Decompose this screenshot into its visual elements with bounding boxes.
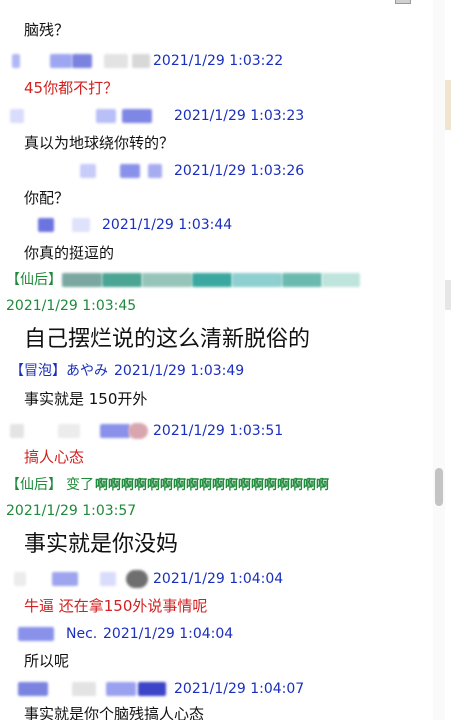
message-text: 自己摆烂说的这么清新脱俗的 <box>24 327 311 352</box>
message-sender-name: あやみ <box>66 363 108 379</box>
message-text: 真以为地球绕你转的？ <box>24 134 175 152</box>
scrollbar-thumb[interactable] <box>435 468 443 506</box>
message-timestamp: 2021/1/29 1:03:51 <box>153 423 284 439</box>
message-timestamp: 2021/1/29 1:03:45 <box>6 298 137 314</box>
message-timestamp: 2021/1/29 1:03:26 <box>174 163 305 179</box>
message-text: 所以呢 <box>24 652 70 670</box>
message-timestamp: 2021/1/29 1:04:04 <box>103 626 234 642</box>
message-sender-redacted <box>12 52 152 70</box>
message-text: 你配？ <box>24 189 70 207</box>
message-text: 脑残？ <box>24 21 70 39</box>
message-text: 事实就是你个脑残搞人心态 <box>24 705 205 720</box>
message-list: 脑残？ 2021/1/29 1:03:22 45你都不打？ 2021/1/29 … <box>0 0 430 720</box>
message-shout-text: 啊啊啊啊啊啊啊啊啊啊啊啊啊啊啊啊啊啊 <box>95 478 330 493</box>
message-sender-name: Nec. <box>66 626 98 642</box>
message-sender-redacted <box>62 271 362 289</box>
scrollbar-track[interactable] <box>433 0 445 720</box>
message-tag: 【冒泡】 <box>10 363 66 379</box>
message-text: 45你都不打？ <box>24 79 119 97</box>
message-timestamp: 2021/1/29 1:03:22 <box>153 53 284 69</box>
message-sender-redacted <box>10 162 170 180</box>
message-text: 事实就是你没妈 <box>24 532 179 557</box>
message-text: 搞人心态 <box>24 448 85 466</box>
edge-decoration <box>445 280 451 310</box>
message-timestamp: 2021/1/29 1:03:44 <box>102 217 233 233</box>
message-text: 事实就是 150开外 <box>24 390 148 408</box>
message-timestamp: 2021/1/29 1:03:57 <box>6 503 137 519</box>
message-timestamp: 2021/1/29 1:03:23 <box>174 108 305 124</box>
message-sender-redacted <box>10 422 150 440</box>
message-sender-redacted <box>10 570 150 588</box>
message-sender-redacted <box>10 680 170 698</box>
message-text: 你真的挺逗的 <box>24 244 115 262</box>
chat-window: 脑残？ 2021/1/29 1:03:22 45你都不打？ 2021/1/29 … <box>0 0 451 720</box>
message-tag: 【仙后】 <box>6 272 62 288</box>
message-sender-redacted <box>10 107 170 125</box>
window-corner-control[interactable] <box>395 0 411 4</box>
edge-decoration <box>445 80 451 130</box>
message-sender-name: 变了 <box>66 477 94 493</box>
message-tag: 【仙后】 <box>6 477 62 493</box>
message-timestamp: 2021/1/29 1:03:49 <box>114 363 245 379</box>
message-text: 牛逼 还在拿150外说事情呢 <box>24 597 208 615</box>
message-timestamp: 2021/1/29 1:04:04 <box>153 571 284 587</box>
message-sender-redacted <box>10 625 60 643</box>
message-timestamp: 2021/1/29 1:04:07 <box>174 681 305 697</box>
message-sender-redacted <box>10 216 100 234</box>
